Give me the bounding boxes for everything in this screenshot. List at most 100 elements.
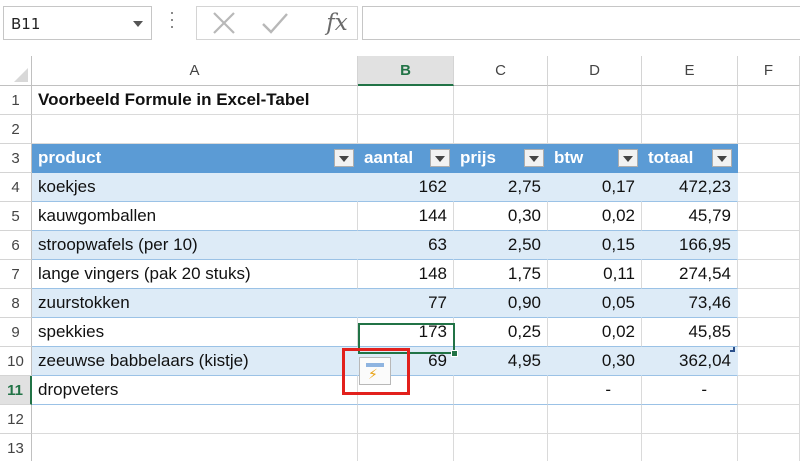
table-cell-product[interactable]: spekkies <box>32 318 358 347</box>
row-header-9[interactable]: 9 <box>0 318 32 347</box>
filter-dropdown-icon[interactable] <box>712 149 732 167</box>
cell-b2[interactable] <box>358 115 454 144</box>
row-header-8[interactable]: 8 <box>0 289 32 318</box>
name-box[interactable]: B11 <box>3 6 152 40</box>
table-cell-prijs[interactable]: 2,75 <box>454 173 548 202</box>
table-cell-btw[interactable]: 0,17 <box>548 173 642 202</box>
table-cell-aantal[interactable]: 63 <box>358 231 454 260</box>
cell-f13[interactable] <box>738 434 800 461</box>
table-cell-totaal[interactable]: 274,54 <box>642 260 738 289</box>
table-cell-btw[interactable]: 0,15 <box>548 231 642 260</box>
table-cell-prijs[interactable]: 0,30 <box>454 202 548 231</box>
row-header-10[interactable]: 10 <box>0 347 32 376</box>
cell-d1[interactable] <box>548 86 642 115</box>
row-header-1[interactable]: 1 <box>0 86 32 115</box>
cell-f5[interactable] <box>738 202 800 231</box>
insert-function-button[interactable]: fx <box>317 7 357 39</box>
table-cell-totaal[interactable]: 73,46 <box>642 289 738 318</box>
column-header-f[interactable]: F <box>738 56 800 86</box>
cell-c12[interactable] <box>454 405 548 434</box>
table-header-totaal[interactable]: totaal <box>642 144 738 173</box>
cell-f10[interactable] <box>738 347 800 376</box>
table-cell-totaal[interactable]: 362,04 <box>642 347 738 376</box>
filter-dropdown-icon[interactable] <box>430 149 450 167</box>
table-cell-btw[interactable]: 0,05 <box>548 289 642 318</box>
table-cell-prijs[interactable] <box>454 376 548 405</box>
row-header-7[interactable]: 7 <box>0 260 32 289</box>
cell-f6[interactable] <box>738 231 800 260</box>
table-cell-btw[interactable]: 0,02 <box>548 318 642 347</box>
table-cell-aantal[interactable]: 148 <box>358 260 454 289</box>
cell-d12[interactable] <box>548 405 642 434</box>
cell-c2[interactable] <box>454 115 548 144</box>
filter-dropdown-icon[interactable] <box>334 149 354 167</box>
cell-d13[interactable] <box>548 434 642 461</box>
formula-input[interactable] <box>362 6 800 40</box>
filter-dropdown-icon[interactable] <box>618 149 638 167</box>
table-cell-btw[interactable]: 0,30 <box>548 347 642 376</box>
row-header-6[interactable]: 6 <box>0 231 32 260</box>
row-header-4[interactable]: 4 <box>0 173 32 202</box>
grip-dots-icon[interactable] <box>170 12 174 34</box>
table-cell-prijs[interactable]: 1,75 <box>454 260 548 289</box>
cell-a1-title[interactable]: Voorbeeld Formule in Excel-Tabel <box>32 86 358 115</box>
cell-a12[interactable] <box>32 405 358 434</box>
cell-a2[interactable] <box>32 115 358 144</box>
cell-f9[interactable] <box>738 318 800 347</box>
cell-b12[interactable] <box>358 405 454 434</box>
cell-f12[interactable] <box>738 405 800 434</box>
cell-b13[interactable] <box>358 434 454 461</box>
table-cell-prijs[interactable]: 2,50 <box>454 231 548 260</box>
checkmark-icon[interactable] <box>255 7 295 39</box>
table-cell-aantal[interactable]: 77 <box>358 289 454 318</box>
cell-e13[interactable] <box>642 434 738 461</box>
table-resize-handle-icon[interactable] <box>730 347 735 352</box>
row-header-2[interactable]: 2 <box>0 115 32 144</box>
cell-f11[interactable] <box>738 376 800 405</box>
fill-handle[interactable] <box>451 350 458 357</box>
table-cell-totaal[interactable]: - <box>642 376 738 405</box>
select-all-corner[interactable] <box>0 56 32 86</box>
table-cell-product[interactable]: zeeuwse babbelaars (kistje) <box>32 347 358 376</box>
cell-f2[interactable] <box>738 115 800 144</box>
table-cell-aantal[interactable]: 162 <box>358 173 454 202</box>
table-cell-btw[interactable]: 0,11 <box>548 260 642 289</box>
table-cell-totaal[interactable]: 472,23 <box>642 173 738 202</box>
cell-c13[interactable] <box>454 434 548 461</box>
column-header-d[interactable]: D <box>548 56 642 86</box>
cell-f1[interactable] <box>738 86 800 115</box>
table-cell-btw[interactable]: - <box>548 376 642 405</box>
table-cell-btw[interactable]: 0,02 <box>548 202 642 231</box>
row-header-12[interactable]: 12 <box>0 405 32 434</box>
quick-analysis-button[interactable]: ⚡ <box>359 357 391 385</box>
table-cell-prijs[interactable]: 0,25 <box>454 318 548 347</box>
table-cell-product[interactable]: zuurstokken <box>32 289 358 318</box>
row-header-3[interactable]: 3 <box>0 144 32 173</box>
table-header-btw[interactable]: btw <box>548 144 642 173</box>
row-header-13[interactable]: 13 <box>0 434 32 461</box>
table-header-aantal[interactable]: aantal <box>358 144 454 173</box>
column-header-e[interactable]: E <box>642 56 738 86</box>
cell-f3[interactable] <box>738 144 800 173</box>
table-cell-product[interactable]: dropveters <box>32 376 358 405</box>
table-header-product[interactable]: product <box>32 144 358 173</box>
filter-dropdown-icon[interactable] <box>524 149 544 167</box>
cell-f4[interactable] <box>738 173 800 202</box>
cell-b1[interactable] <box>358 86 454 115</box>
table-cell-product[interactable]: kauwgomballen <box>32 202 358 231</box>
cell-a13[interactable] <box>32 434 358 461</box>
table-header-prijs[interactable]: prijs <box>454 144 548 173</box>
column-header-b[interactable]: B <box>358 56 454 86</box>
row-header-11[interactable]: 11 <box>0 376 32 405</box>
cell-f8[interactable] <box>738 289 800 318</box>
cell-d2[interactable] <box>548 115 642 144</box>
table-cell-prijs[interactable]: 4,95 <box>454 347 548 376</box>
table-cell-product[interactable]: lange vingers (pak 20 stuks) <box>32 260 358 289</box>
table-cell-prijs[interactable]: 0,90 <box>454 289 548 318</box>
cancel-x-icon[interactable] <box>205 7 245 39</box>
table-cell-aantal[interactable]: 144 <box>358 202 454 231</box>
column-header-c[interactable]: C <box>454 56 548 86</box>
cell-e2[interactable] <box>642 115 738 144</box>
cell-f7[interactable] <box>738 260 800 289</box>
cell-e12[interactable] <box>642 405 738 434</box>
